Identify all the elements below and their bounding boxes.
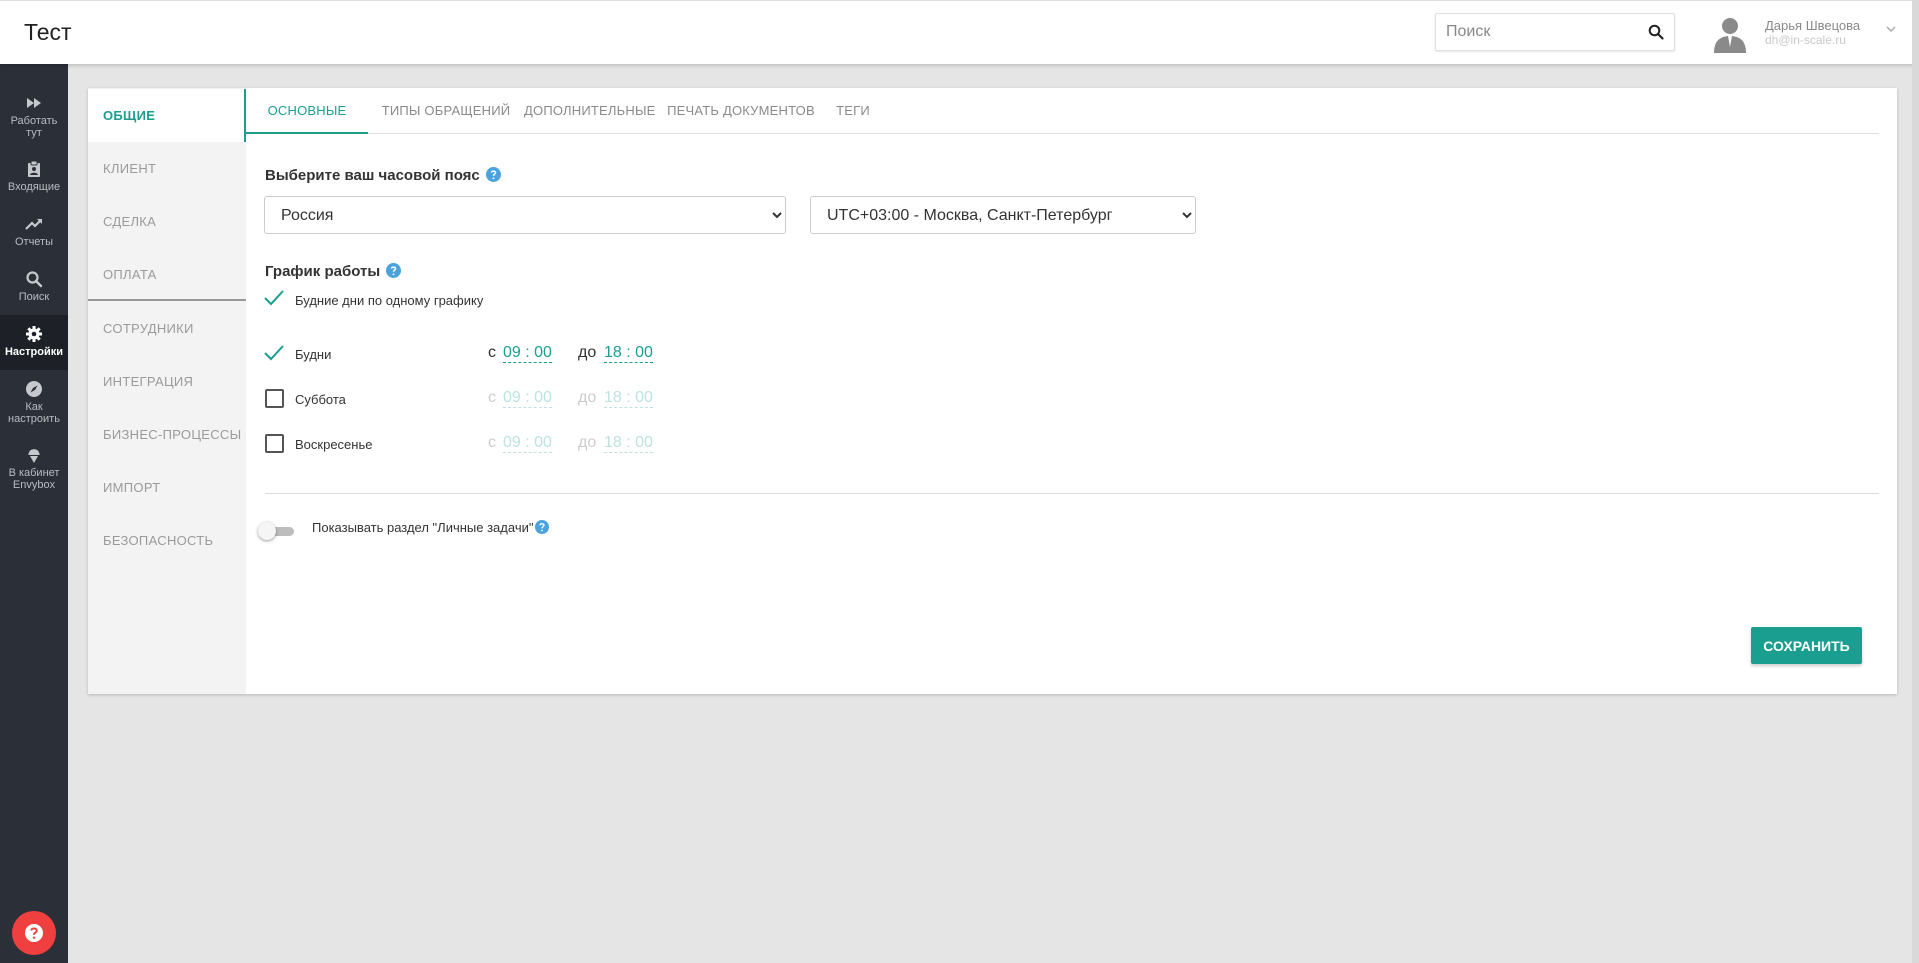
nav-item-inbox[interactable]: Входящие: [0, 150, 68, 205]
saturday-checkbox[interactable]: [265, 389, 284, 408]
tab-tags[interactable]: ТЕГИ: [828, 88, 878, 134]
schedule-label: График работы: [265, 263, 402, 280]
user-email: dh@in-scale.ru: [1765, 33, 1846, 47]
fast-forward-icon: [27, 98, 41, 108]
weekdays-label: Будни: [295, 347, 332, 362]
info-icon[interactable]: [485, 167, 501, 182]
settings-nav-general[interactable]: ОБЩИЕ: [88, 89, 246, 142]
sunday-checkbox[interactable]: [265, 434, 284, 453]
personal-tasks-label: Показывать раздел "Личные задачи": [312, 520, 550, 535]
search-icon[interactable]: [1648, 24, 1664, 40]
nav-item-work-here[interactable]: Работать тут: [0, 84, 68, 139]
search-input[interactable]: [1436, 14, 1636, 50]
to-label: до: [578, 389, 597, 406]
tab-additional[interactable]: ДОПОЛНИТЕЛЬНЫЕ: [524, 88, 655, 134]
personal-tasks-label-text: Показывать раздел "Личные задачи": [312, 520, 534, 535]
sunday-to-time[interactable]: 18 : 00: [604, 434, 653, 453]
avatar[interactable]: [1710, 13, 1750, 53]
nav-item-label: Входящие: [7, 181, 61, 193]
to-label: до: [578, 344, 597, 361]
settings-nav-divider: [88, 299, 246, 301]
settings-nav-integration[interactable]: ИНТЕГРАЦИЯ: [88, 355, 246, 408]
personal-tasks-toggle[interactable]: [258, 521, 298, 541]
nav-item-label: В кабинет: [8, 467, 60, 479]
nav-item-label: Настройки: [4, 346, 64, 358]
sunday-label: Воскресенье: [295, 437, 373, 452]
saturday-label: Суббота: [295, 392, 346, 407]
settings-nav-client[interactable]: КЛИЕНТ: [88, 142, 246, 195]
clipboard-icon: [28, 160, 40, 177]
weekdays-from-time[interactable]: 09 : 00: [503, 344, 552, 363]
to-label: до: [578, 434, 597, 451]
timezone-select[interactable]: UTC+03:00 - Москва, Санкт-Петербург: [810, 196, 1196, 234]
tab-request-types[interactable]: ТИПЫ ОБРАЩЕНИЙ: [380, 88, 512, 134]
settings-tabs: ОСНОВНЫЕ ТИПЫ ОБРАЩЕНИЙ ДОПОЛНИТЕЛЬНЫЕ П…: [246, 88, 1879, 134]
from-label: с: [488, 434, 496, 451]
settings-nav-security[interactable]: БЕЗОПАСНОСТЬ: [88, 514, 246, 567]
settings-nav-business-processes[interactable]: БИЗНЕС-ПРОЦЕССЫ: [88, 408, 246, 461]
saturday-to-time[interactable]: 18 : 00: [604, 389, 653, 408]
save-button[interactable]: СОХРАНИТЬ: [1751, 627, 1862, 664]
nav-item-how-to-setup[interactable]: Как настроить: [0, 370, 68, 425]
app-title: Тест: [24, 19, 72, 45]
same-schedule-checkbox[interactable]: [264, 288, 284, 308]
nav-item-reports[interactable]: Отчеты: [0, 205, 68, 260]
nav-item-label: Работать: [10, 115, 58, 127]
saturday-from-time[interactable]: 09 : 00: [503, 389, 552, 408]
info-icon[interactable]: [535, 520, 550, 534]
from-label: с: [488, 344, 496, 361]
top-bar: Тест Дарья Швецова dh@in-scale.ru: [0, 0, 1919, 64]
settings-nav-deal[interactable]: СДЕЛКА: [88, 195, 246, 248]
trending-up-icon: [25, 219, 42, 230]
help-button[interactable]: [12, 911, 56, 955]
nav-item-label: Как: [25, 401, 43, 413]
settings-nav-import[interactable]: ИМПОРТ: [88, 461, 246, 514]
compass-icon: [26, 381, 42, 397]
search-icon: [26, 271, 43, 288]
user-name[interactable]: Дарья Швецова: [1765, 18, 1860, 33]
nav-item-label: Поиск: [18, 291, 50, 303]
info-icon[interactable]: [386, 263, 402, 278]
schedule-label-text: График работы: [265, 263, 381, 280]
toggle-knob: [258, 522, 276, 540]
ice-cream-icon: [28, 449, 40, 463]
same-schedule-label: Будние дни по одному графику: [295, 293, 484, 308]
nav-item-label: Отчеты: [14, 236, 54, 248]
from-label: с: [488, 389, 496, 406]
sunday-from-time[interactable]: 09 : 00: [503, 434, 552, 453]
help-icon: [25, 924, 43, 942]
weekdays-checkbox[interactable]: [264, 343, 284, 363]
timezone-label-text: Выберите ваш часовой пояс: [265, 167, 480, 184]
country-select[interactable]: Россия: [264, 196, 786, 234]
nav-item-label: настроить: [8, 413, 60, 425]
settings-nav-payment[interactable]: ОПЛАТА: [88, 248, 246, 301]
chevron-down-icon[interactable]: [1885, 23, 1897, 35]
nav-item-label: Envybox: [12, 479, 56, 491]
tab-document-printing[interactable]: ПЕЧАТЬ ДОКУМЕНТОВ: [666, 88, 816, 134]
nav-item-settings[interactable]: Настройки: [0, 315, 68, 370]
scrollbar[interactable]: [1912, 0, 1919, 963]
nav-item-envybox-cabinet[interactable]: В кабинет Envybox: [0, 436, 68, 491]
settings-nav-employees[interactable]: СОТРУДНИКИ: [88, 302, 246, 355]
weekdays-to-time[interactable]: 18 : 00: [604, 344, 653, 363]
tab-basic[interactable]: ОСНОВНЫЕ: [246, 88, 368, 134]
settings-card: ОБЩИЕ КЛИЕНТ СДЕЛКА ОПЛАТА СОТРУДНИКИ ИН…: [88, 88, 1897, 694]
timezone-label: Выберите ваш часовой пояс: [265, 167, 501, 184]
search-box[interactable]: [1435, 13, 1675, 51]
gear-icon: [26, 326, 42, 342]
settings-nav: ОБЩИЕ КЛИЕНТ СДЕЛКА ОПЛАТА СОТРУДНИКИ ИН…: [88, 88, 246, 694]
nav-item-search[interactable]: Поиск: [0, 260, 68, 315]
main-sidebar: Работать тут Входящие Отчеты Поиск Настр…: [0, 64, 68, 963]
divider: [265, 493, 1879, 494]
nav-item-label: тут: [26, 127, 42, 139]
